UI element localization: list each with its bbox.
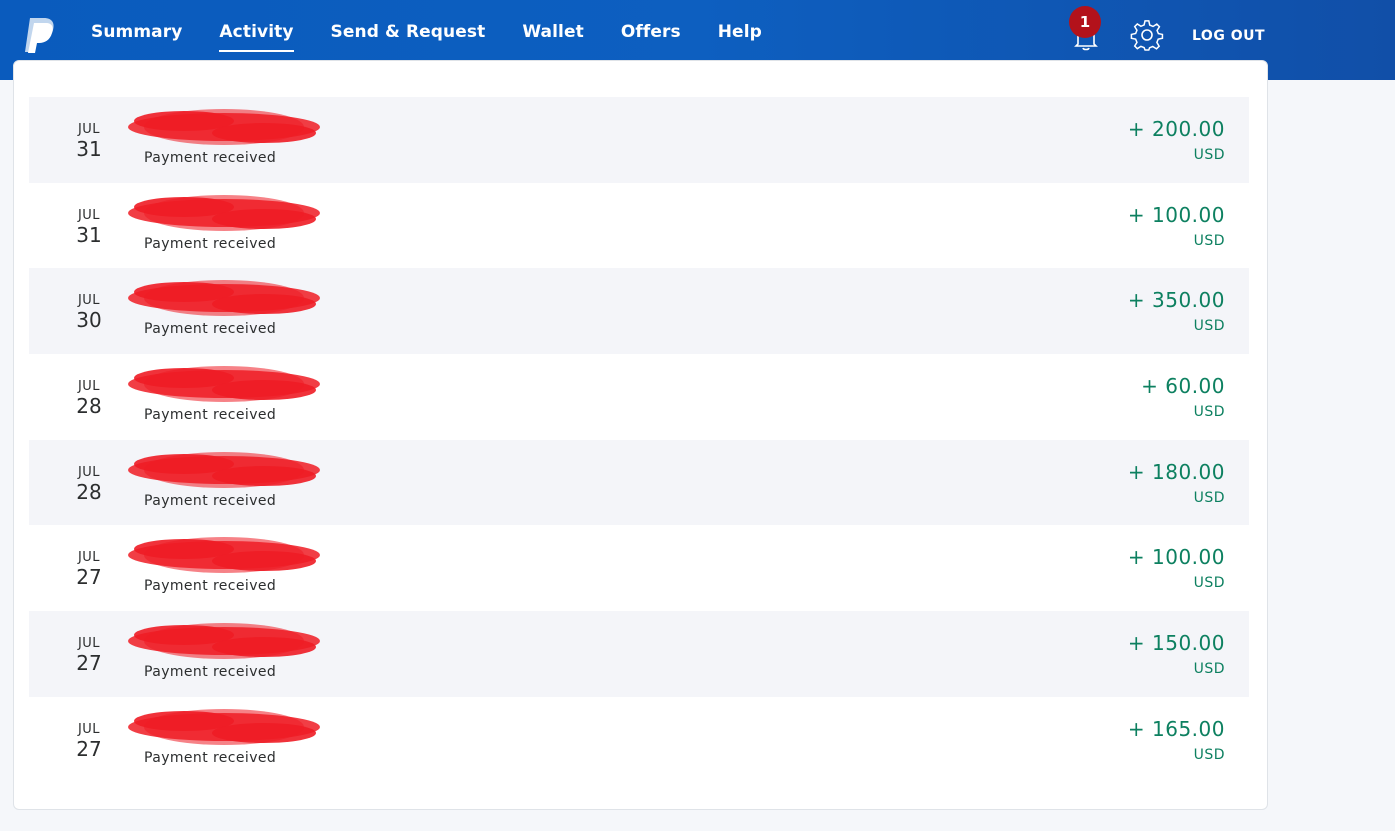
transaction-day: 31 — [76, 222, 102, 247]
gear-icon[interactable] — [1130, 18, 1164, 52]
transaction-date: JUL 31 — [69, 207, 109, 247]
redacted-name-scribble — [128, 194, 320, 231]
transaction-day: 31 — [76, 137, 102, 161]
transaction-month: JUL — [77, 636, 101, 652]
transaction-row[interactable]: JUL 27 Payment received + 165.00 USD — [29, 697, 1249, 783]
transaction-amount: + 350.00 — [1127, 288, 1225, 313]
transaction-date: JUL 31 — [69, 122, 109, 162]
transaction-month: JUL — [77, 122, 101, 137]
transaction-amount: + 180.00 — [1127, 459, 1225, 484]
redacted-name-scribble — [128, 451, 320, 488]
transaction-day: 28 — [76, 479, 102, 504]
transaction-row[interactable]: JUL 28 Payment received + 60.00 USD — [29, 354, 1249, 440]
transaction-day: 30 — [76, 308, 102, 333]
transaction-day: 27 — [76, 736, 102, 761]
activity-card: JUL 31 Payment received + 200.00 USD JUL… — [13, 60, 1268, 810]
paypal-logo-icon[interactable] — [22, 16, 56, 54]
transaction-description: Payment received — [144, 150, 277, 166]
nav-activity[interactable]: Activity — [219, 22, 294, 52]
transaction-amount: + 150.00 — [1127, 631, 1225, 656]
transaction-month: JUL — [77, 207, 101, 223]
transaction-month: JUL — [77, 379, 101, 395]
transaction-row[interactable]: JUL 31 Payment received + 200.00 USD — [29, 97, 1249, 183]
transaction-description: Payment received — [144, 749, 277, 766]
nav-send-request[interactable]: Send & Request — [331, 22, 486, 52]
transaction-row[interactable]: JUL 27 Payment received + 150.00 USD — [29, 611, 1249, 697]
redacted-name-scribble — [128, 109, 320, 145]
transaction-amount: + 100.00 — [1127, 545, 1225, 570]
transaction-date: JUL 28 — [69, 464, 109, 504]
transaction-month: JUL — [77, 550, 101, 566]
transaction-amount: + 60.00 — [1141, 374, 1225, 399]
redacted-name-scribble — [128, 708, 320, 745]
transaction-row[interactable]: JUL 31 Payment received + 100.00 USD — [29, 183, 1249, 269]
transaction-date: JUL 27 — [69, 721, 109, 761]
transaction-month: JUL — [77, 721, 101, 737]
transaction-date: JUL 28 — [69, 379, 109, 419]
transaction-row[interactable]: JUL 27 Payment received + 100.00 USD — [29, 525, 1249, 611]
transaction-currency: USD — [1193, 661, 1225, 678]
nav-wallet[interactable]: Wallet — [522, 22, 584, 52]
nav-summary[interactable]: Summary — [91, 22, 182, 52]
transaction-date: JUL 27 — [69, 550, 109, 590]
main-nav: Summary Activity Send & Request Wallet O… — [91, 22, 799, 52]
transaction-day: 28 — [76, 394, 102, 419]
transaction-currency: USD — [1193, 147, 1225, 163]
transaction-day: 27 — [76, 651, 102, 676]
redacted-name-scribble — [128, 366, 320, 403]
transaction-date: JUL 27 — [69, 636, 109, 676]
transaction-description: Payment received — [144, 578, 277, 595]
redacted-name-scribble — [128, 537, 320, 574]
transaction-month: JUL — [77, 464, 101, 480]
transaction-month: JUL — [77, 293, 101, 309]
transaction-list: JUL 31 Payment received + 200.00 USD JUL… — [29, 97, 1249, 783]
transaction-row[interactable]: JUL 28 Payment received + 180.00 USD — [29, 439, 1249, 526]
transaction-currency: USD — [1193, 404, 1225, 421]
transaction-amount: + 100.00 — [1127, 202, 1225, 227]
transaction-description: Payment received — [144, 492, 277, 509]
transaction-currency: USD — [1193, 489, 1225, 506]
transaction-currency: USD — [1193, 575, 1225, 592]
transaction-description: Payment received — [144, 407, 277, 424]
transaction-amount: + 200.00 — [1127, 117, 1225, 141]
transaction-date: JUL 30 — [69, 293, 109, 333]
transaction-description: Payment received — [144, 321, 277, 338]
notification-badge: 1 — [1069, 6, 1101, 38]
transaction-currency: USD — [1193, 232, 1225, 249]
nav-offers[interactable]: Offers — [621, 22, 681, 52]
redacted-name-scribble — [128, 280, 320, 317]
transaction-currency: USD — [1193, 746, 1225, 763]
transaction-description: Payment received — [144, 235, 277, 252]
transaction-day: 27 — [76, 565, 102, 590]
redacted-name-scribble — [128, 623, 320, 660]
nav-help[interactable]: Help — [718, 22, 762, 52]
transaction-amount: + 165.00 — [1127, 716, 1225, 741]
transaction-currency: USD — [1193, 318, 1225, 335]
logout-link[interactable]: LOG OUT — [1192, 28, 1265, 44]
transaction-row[interactable]: JUL 30 Payment received + 350.00 USD — [29, 268, 1249, 355]
transaction-description: Payment received — [144, 664, 277, 681]
